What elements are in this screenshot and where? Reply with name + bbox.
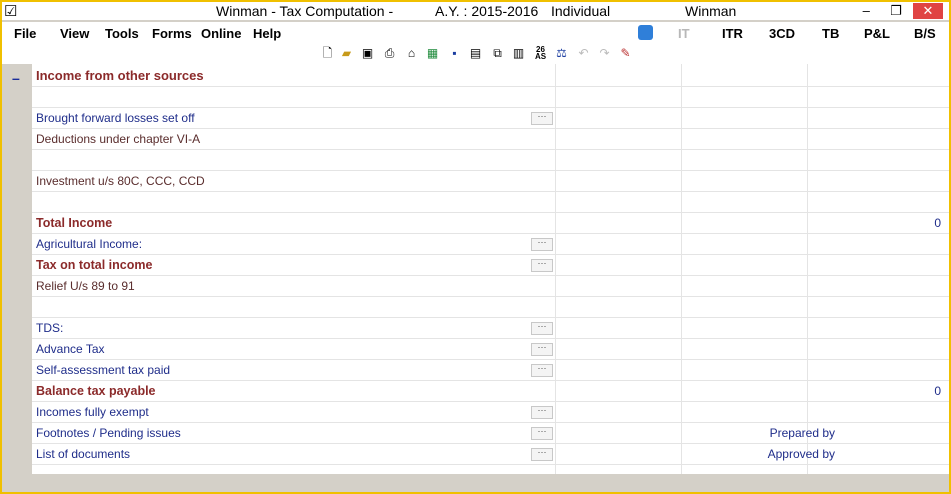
print-icon[interactable]: ⎙ <box>382 46 397 61</box>
computation-grid: – Income from other sources Brought forw… <box>2 64 949 474</box>
status-area <box>2 474 949 492</box>
menu-itr[interactable]: ITR <box>722 26 743 41</box>
menu-forms[interactable]: Forms <box>152 26 192 41</box>
row-label: Deductions under chapter VI-A <box>36 132 201 146</box>
checkbox-icon[interactable]: ☑ <box>4 2 17 20</box>
more-button[interactable]: ··· <box>531 427 553 440</box>
row-label: Relief U/s 89 to 91 <box>36 279 135 293</box>
home-icon[interactable]: ⌂ <box>404 46 419 61</box>
minimize-button[interactable]: – <box>853 3 879 19</box>
26as-icon[interactable]: 26 AS <box>533 46 548 61</box>
save-icon[interactable]: ▣ <box>360 46 375 61</box>
blank-row <box>32 87 949 108</box>
row-tds[interactable]: TDS: ··· <box>32 318 949 339</box>
row-deductions-chapter-via[interactable]: Deductions under chapter VI-A <box>32 129 949 150</box>
collapse-icon[interactable]: – <box>12 70 20 86</box>
row-investment-80c[interactable]: Investment u/s 80C, CCC, CCD <box>32 171 949 192</box>
more-button[interactable]: ··· <box>531 259 553 272</box>
row-incomes-fully-exempt[interactable]: Incomes fully exempt ··· <box>32 402 949 423</box>
row-label: TDS: <box>36 321 64 335</box>
blank-row <box>32 297 949 318</box>
blank-row <box>32 150 949 171</box>
calculator-icon[interactable]: ▥ <box>511 46 526 61</box>
app-name: Winman <box>685 3 737 19</box>
row-agricultural-income[interactable]: Agricultural Income: ··· <box>32 234 949 255</box>
row-label: Incomes fully exempt <box>36 405 149 419</box>
row-self-assessment-tax[interactable]: Self-assessment tax paid ··· <box>32 360 949 381</box>
row-label: Brought forward losses set off <box>36 111 195 125</box>
row-label: Agricultural Income: <box>36 237 143 251</box>
row-label: Tax on total income <box>36 258 153 272</box>
row-list-of-documents[interactable]: List of documents ··· Approved by <box>32 444 949 465</box>
window-controls: – ❐ ✕ <box>853 2 943 20</box>
row-advance-tax[interactable]: Advance Tax ··· <box>32 339 949 360</box>
refresh-icon[interactable] <box>638 25 653 40</box>
prepared-by-label: Prepared by <box>769 426 835 440</box>
menu-3cd[interactable]: 3CD <box>769 26 795 41</box>
balance-tax-value: 0 <box>934 384 941 398</box>
title-bar: ☑ Winman - Tax Computation - A.Y. : 2015… <box>2 2 949 20</box>
more-button[interactable]: ··· <box>531 343 553 356</box>
row-gutter: – <box>2 64 32 474</box>
row-label: Advance Tax <box>36 342 105 356</box>
row-footnotes[interactable]: Footnotes / Pending issues ··· Prepared … <box>32 423 949 444</box>
menu-file[interactable]: File <box>14 26 36 41</box>
new-file-icon[interactable]: 🗋 <box>320 46 335 61</box>
menu-bar: File View Tools Forms Online Help IT ITR… <box>2 22 949 44</box>
assessee-status: Individual <box>551 3 611 19</box>
row-brought-forward-losses[interactable]: Brought forward losses set off ··· <box>32 108 949 129</box>
blank-row <box>32 192 949 213</box>
more-button[interactable]: ··· <box>531 322 553 335</box>
undo-icon[interactable]: ↶ <box>576 46 591 61</box>
row-label: Self-assessment tax paid <box>36 363 171 377</box>
menu-it[interactable]: IT <box>678 26 690 41</box>
menu-help[interactable]: Help <box>253 26 281 41</box>
toolbar: 🗋 ▰ ▣ ⎙ ⌂ ▦ ▪ ▤ ⧉ ▥ 26 AS ⚖ ↶ ↷ ✎ <box>2 44 949 64</box>
row-total-income[interactable]: Total Income 0 <box>32 213 949 234</box>
row-label: Total Income <box>36 216 113 230</box>
section-header-row: Income from other sources <box>32 66 949 87</box>
open-folder-icon[interactable]: ▰ <box>339 46 354 61</box>
section-title: Income from other sources <box>36 68 204 83</box>
close-button[interactable]: ✕ <box>913 3 943 19</box>
more-button[interactable]: ··· <box>531 448 553 461</box>
excel-icon[interactable]: ▦ <box>425 46 440 61</box>
menu-tb[interactable]: TB <box>822 26 839 41</box>
more-button[interactable]: ··· <box>531 406 553 419</box>
total-income-value: 0 <box>934 216 941 230</box>
more-button[interactable]: ··· <box>531 364 553 377</box>
row-relief-89-91[interactable]: Relief U/s 89 to 91 <box>32 276 949 297</box>
row-tax-on-total-income[interactable]: Tax on total income ··· <box>32 255 949 276</box>
assessment-year: A.Y. : 2015-2016 <box>435 3 539 19</box>
row-label: Footnotes / Pending issues <box>36 426 181 440</box>
menu-pl[interactable]: P&L <box>864 26 890 41</box>
menu-bs[interactable]: B/S <box>914 26 936 41</box>
balance-icon[interactable]: ⚖ <box>554 46 569 61</box>
more-button[interactable]: ··· <box>531 238 553 251</box>
restore-button[interactable]: ❐ <box>883 3 909 19</box>
row-balance-tax-payable[interactable]: Balance tax payable 0 <box>32 381 949 402</box>
lock-icon[interactable]: ▪ <box>447 46 462 61</box>
redo-icon[interactable]: ↷ <box>597 46 612 61</box>
window-title: Winman - Tax Computation - <box>216 3 394 19</box>
menu-view[interactable]: View <box>60 26 89 41</box>
row-label: Investment u/s 80C, CCC, CCD <box>36 174 205 188</box>
approved-by-label: Approved by <box>767 447 835 461</box>
menu-tools[interactable]: Tools <box>105 26 139 41</box>
row-label: List of documents <box>36 447 131 461</box>
menu-online[interactable]: Online <box>201 26 241 41</box>
tool-icon[interactable]: ✎ <box>618 46 633 61</box>
more-button[interactable]: ··· <box>531 112 553 125</box>
copy-icon[interactable]: ⧉ <box>490 46 505 61</box>
import-icon[interactable]: ▤ <box>468 46 483 61</box>
row-label: Balance tax payable <box>36 384 156 398</box>
